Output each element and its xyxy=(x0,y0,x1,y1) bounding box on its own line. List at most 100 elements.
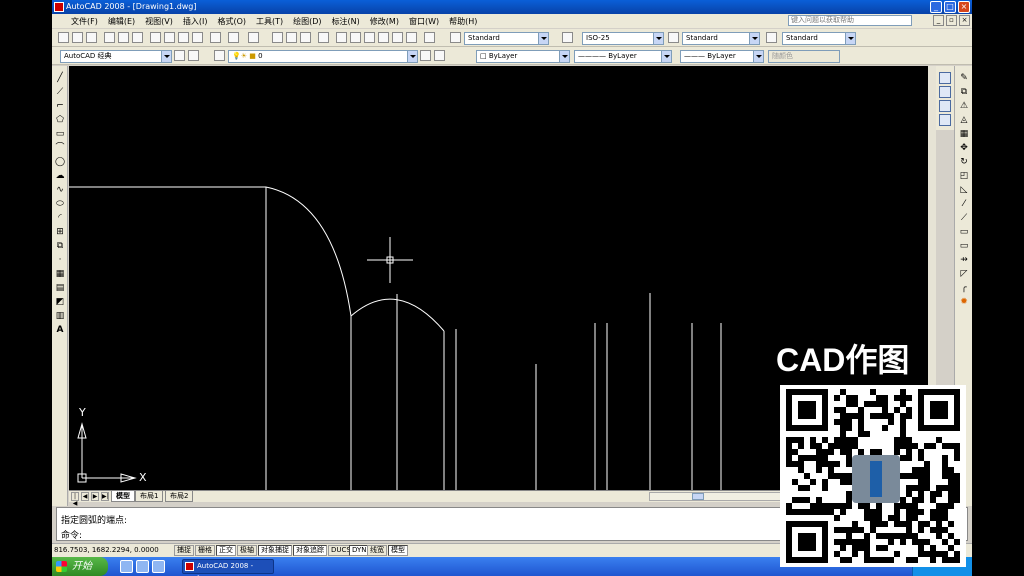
tab-layout2[interactable]: 布局2 xyxy=(165,491,194,502)
lineweight-toggle[interactable]: 线宽 xyxy=(367,545,387,556)
markup-icon[interactable] xyxy=(392,32,403,43)
maximize-button[interactable]: □ xyxy=(944,1,956,13)
tab-last-icon[interactable]: ▶| xyxy=(101,492,109,501)
point-icon[interactable]: · xyxy=(54,254,66,266)
coordinate-readout[interactable]: 816.7503, 1682.2294, 0.0000 xyxy=(54,546,159,554)
save-workspace-icon[interactable] xyxy=(188,50,199,61)
zoom-previous-icon[interactable] xyxy=(318,32,329,43)
autocad-app-icon[interactable] xyxy=(54,2,64,12)
explode-icon[interactable]: ✹ xyxy=(958,296,970,308)
spline-icon[interactable]: ∿ xyxy=(54,184,66,196)
menu-insert[interactable]: 插入(I) xyxy=(178,16,213,27)
help-search-input[interactable]: 键入问题以获取帮助 xyxy=(788,15,912,26)
extend-icon[interactable]: ⟋ xyxy=(958,212,970,224)
polygon-icon[interactable]: ⬠ xyxy=(54,114,66,126)
otrack-toggle[interactable]: 对象追踪 xyxy=(293,545,327,556)
chamfer-icon[interactable]: ◸ xyxy=(958,268,970,280)
doc-minimize-button[interactable]: _ xyxy=(933,15,944,26)
menu-edit[interactable]: 编辑(E) xyxy=(103,16,140,27)
send-under-icon[interactable] xyxy=(939,114,951,126)
ellipse-icon[interactable]: ⬭ xyxy=(54,198,66,210)
polar-toggle[interactable]: 极轴 xyxy=(237,545,257,556)
draw-order-front-icon[interactable] xyxy=(939,72,951,84)
tool-palettes-icon[interactable] xyxy=(364,32,375,43)
menu-help[interactable]: 帮助(H) xyxy=(444,16,482,27)
design-center-icon[interactable] xyxy=(350,32,361,43)
doc-restore-button[interactable]: ▫ xyxy=(946,15,957,26)
layer-previous-icon[interactable] xyxy=(434,50,445,61)
osnap-toggle[interactable]: 对象捕捉 xyxy=(258,545,292,556)
linetype-dropdown[interactable]: ———— ByLayer xyxy=(574,50,672,63)
text-style-icon[interactable] xyxy=(450,32,461,43)
tab-layout1[interactable]: 布局1 xyxy=(135,491,164,502)
multileader-style-dropdown[interactable]: Standard xyxy=(782,32,856,45)
erase-icon[interactable]: ✎ xyxy=(958,72,970,84)
tab-model[interactable]: 模型 xyxy=(111,491,135,502)
menu-modify[interactable]: 修改(M) xyxy=(365,16,404,27)
gradient-icon[interactable]: ▤ xyxy=(54,282,66,294)
make-block-icon[interactable]: ⧉ xyxy=(54,240,66,252)
tab-next-icon[interactable]: ▶ xyxy=(91,492,99,501)
match-properties-icon[interactable] xyxy=(192,32,203,43)
multileader-style-icon[interactable] xyxy=(766,32,777,43)
cut-icon[interactable] xyxy=(150,32,161,43)
table-icon[interactable]: ▥ xyxy=(54,310,66,322)
workspace-dropdown[interactable]: AutoCAD 经典 xyxy=(60,50,172,63)
horizontal-scroll-thumb[interactable] xyxy=(692,493,704,500)
move-icon[interactable]: ✥ xyxy=(958,142,970,154)
menu-format[interactable]: 格式(O) xyxy=(212,16,251,27)
text-style-dropdown[interactable]: Standard xyxy=(464,32,549,45)
insert-block-icon[interactable]: ⊞ xyxy=(54,226,66,238)
break-icon[interactable]: ▭ xyxy=(958,240,970,252)
revcloud-icon[interactable]: ☁ xyxy=(54,170,66,182)
polyline-icon[interactable]: ⌐ xyxy=(54,100,66,112)
offset-icon[interactable]: ◬ xyxy=(958,114,970,126)
layer-dropdown[interactable]: 💡☀ ■ 0 xyxy=(228,50,418,63)
redo-icon[interactable] xyxy=(248,32,259,43)
plot-preview-icon[interactable] xyxy=(118,32,129,43)
break-point-icon[interactable]: ▭ xyxy=(958,226,970,238)
region-icon[interactable]: ◩ xyxy=(54,296,66,308)
print-icon[interactable] xyxy=(104,32,115,43)
join-icon[interactable]: ⇸ xyxy=(958,254,970,266)
menu-draw[interactable]: 绘图(D) xyxy=(288,16,326,27)
mtext-icon[interactable]: A xyxy=(54,324,66,336)
media-player-icon[interactable] xyxy=(152,560,165,573)
taskbar-autocad-item[interactable]: AutoCAD 2008 - [Dra... xyxy=(182,559,274,576)
tab-prev-icon[interactable]: ◀ xyxy=(81,492,89,501)
layer-manager-icon[interactable] xyxy=(214,50,225,61)
lineweight-dropdown[interactable]: ——— ByLayer xyxy=(680,50,764,63)
grid-toggle[interactable]: 栅格 xyxy=(195,545,215,556)
show-desktop-icon[interactable] xyxy=(120,560,133,573)
sheet-set-icon[interactable] xyxy=(378,32,389,43)
model-toggle[interactable]: 模型 xyxy=(388,545,408,556)
start-button[interactable]: 开始 xyxy=(52,557,108,576)
ortho-toggle[interactable]: 正交 xyxy=(216,545,236,556)
ellipse-arc-icon[interactable]: ◜ xyxy=(54,212,66,224)
zoom-realtime-icon[interactable] xyxy=(286,32,297,43)
fillet-icon[interactable]: ╭ xyxy=(958,282,970,294)
menu-file[interactable]: 文件(F) xyxy=(66,16,103,27)
menu-tools[interactable]: 工具(T) xyxy=(251,16,288,27)
hatch-icon[interactable]: ▦ xyxy=(54,268,66,280)
snap-toggle[interactable]: 捕捉 xyxy=(174,545,194,556)
rotate-icon[interactable]: ↻ xyxy=(958,156,970,168)
workspace-settings-icon[interactable] xyxy=(174,50,185,61)
menu-view[interactable]: 视图(V) xyxy=(140,16,178,27)
menu-dimension[interactable]: 标注(N) xyxy=(327,16,365,27)
stretch-icon[interactable]: ◺ xyxy=(958,184,970,196)
line-icon[interactable]: ╱ xyxy=(54,72,66,84)
paste-icon[interactable] xyxy=(178,32,189,43)
pan-icon[interactable] xyxy=(272,32,283,43)
draw-order-back-icon[interactable] xyxy=(939,86,951,98)
dim-style-dropdown[interactable]: ISO-25 xyxy=(582,32,664,45)
quickcalc-icon[interactable] xyxy=(406,32,417,43)
properties-icon[interactable] xyxy=(336,32,347,43)
bring-above-icon[interactable] xyxy=(939,100,951,112)
copy-icon[interactable]: ⧉ xyxy=(958,86,970,98)
xline-icon[interactable]: ⟋ xyxy=(54,86,66,98)
table-style-icon[interactable] xyxy=(668,32,679,43)
publish-icon[interactable] xyxy=(132,32,143,43)
trim-icon[interactable]: ⁄ xyxy=(958,198,970,210)
open-icon[interactable] xyxy=(72,32,83,43)
